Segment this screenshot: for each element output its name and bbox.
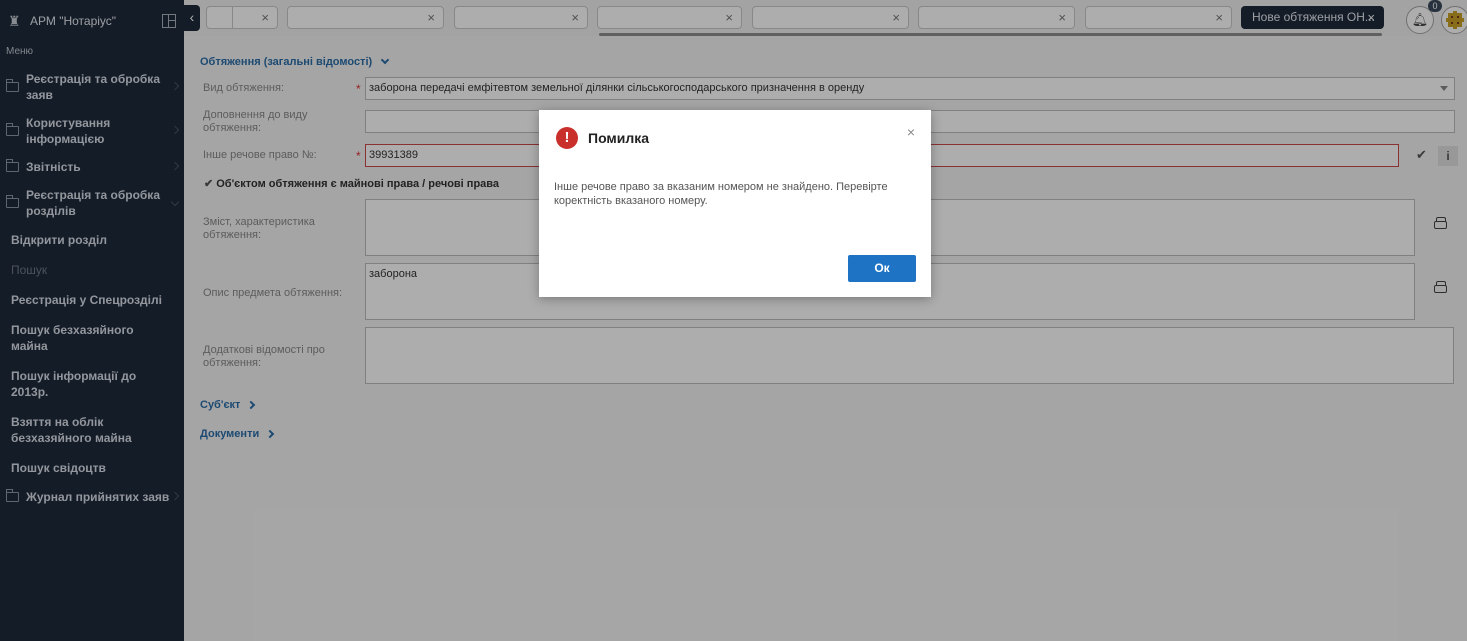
error-dialog: ! Помилка × Інше речове право за вказани… [539,110,931,297]
close-icon[interactable]: × [907,124,915,140]
ok-button[interactable]: Ок [848,255,916,282]
modal-overlay[interactable] [0,0,1467,641]
dialog-message: Інше речове право за вказаним номером не… [554,181,888,207]
error-icon: ! [556,127,578,149]
dialog-title: Помилка [588,130,650,146]
